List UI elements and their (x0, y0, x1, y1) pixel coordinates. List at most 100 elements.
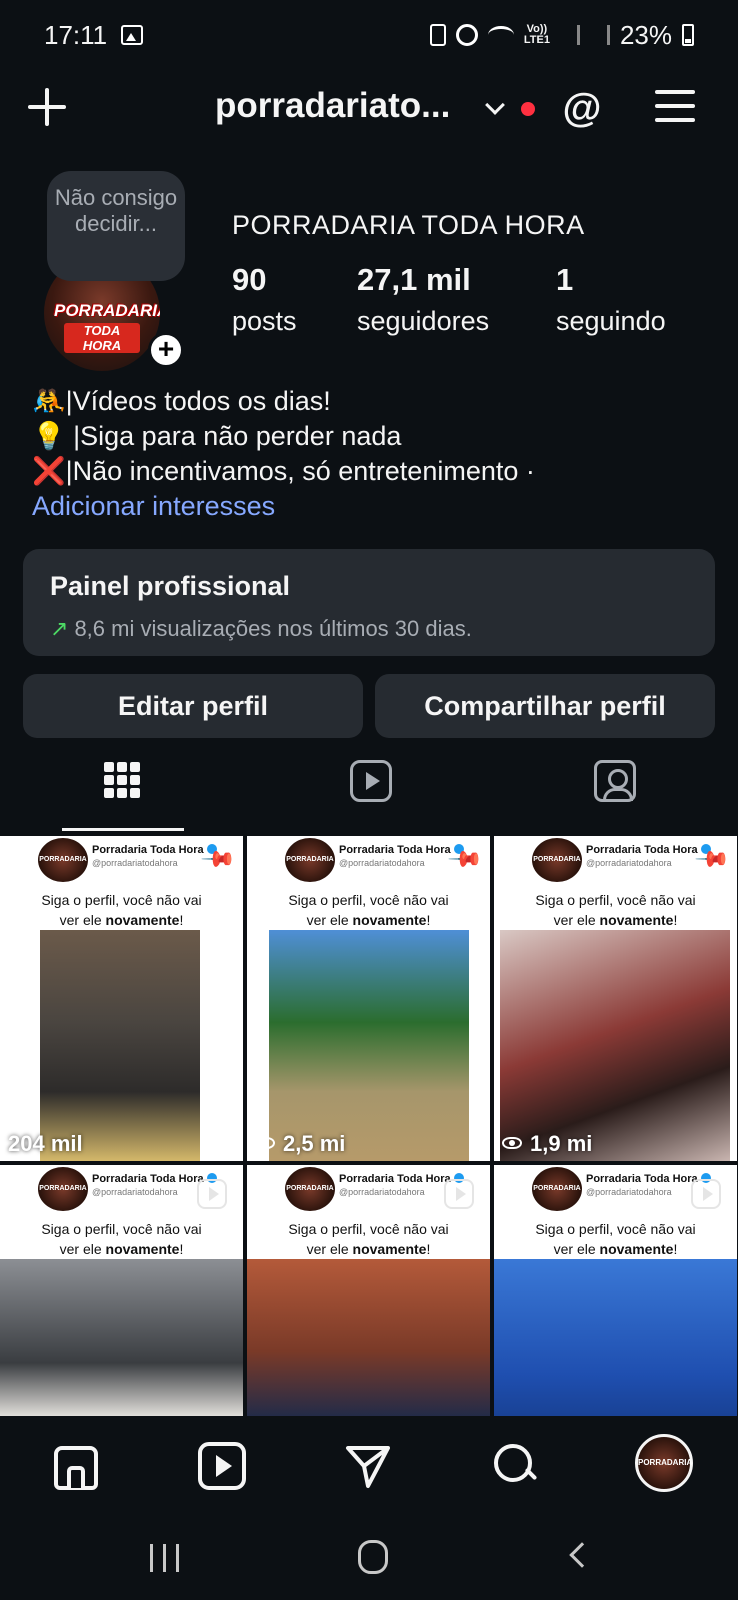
wifi-icon (487, 26, 514, 44)
threads-icon[interactable]: @ (561, 86, 603, 130)
eye-icon (255, 1137, 275, 1149)
post-avatar: PORRADARIA (285, 1167, 335, 1211)
post-thumbnail (494, 1259, 737, 1416)
signal-icon-1 (560, 25, 580, 45)
chevron-down-icon[interactable] (485, 95, 505, 115)
tab-reels[interactable] (246, 752, 492, 832)
stat-value: 1 (556, 262, 574, 297)
bottom-nav: PORRADARIA (0, 1416, 738, 1516)
note-bubble[interactable]: Não consigo decidir... (47, 171, 185, 281)
status-bar: 17:11 Vo)) LTE1 23% (0, 0, 738, 70)
post-caption: Siga o perfil, você não vai ver ele novam… (288, 1221, 449, 1257)
view-count: 204 mil (8, 1131, 83, 1156)
post-caption: Siga o perfil, você não vai ver ele novam… (535, 892, 696, 928)
post-header: PORRADARIA Porradaria Toda Hora @porradari… (247, 1165, 490, 1225)
username-switcher[interactable]: porradariato... (215, 86, 450, 126)
post-header: PORRADARIA Porradaria Toda Hora @porradari… (494, 836, 737, 896)
stat-followers[interactable]: 27,1 mil seguidores (357, 262, 489, 337)
post-thumbnail (247, 1259, 490, 1416)
notification-dot (521, 102, 535, 116)
system-home-icon[interactable] (358, 1540, 388, 1574)
post-avatar: PORRADARIA (532, 838, 582, 882)
reels-icon (350, 760, 392, 802)
tab-tagged[interactable] (492, 752, 738, 832)
tab-grid[interactable] (0, 752, 246, 832)
stat-value: 90 (232, 262, 267, 297)
stat-following[interactable]: 1 seguindo (556, 262, 666, 337)
grid-post[interactable]: PORRADARIA Porradaria Toda Hora @porradari… (494, 836, 737, 1161)
post-account-handle: @porradariatodahora (92, 858, 178, 868)
search-icon[interactable] (492, 1442, 540, 1490)
bio-line[interactable]: ❌|Não incentivamos, só entretenimento · (32, 454, 535, 489)
send-icon[interactable] (344, 1442, 392, 1490)
post-thumbnail (40, 930, 200, 1161)
view-count: 1,9 mi (502, 1131, 592, 1157)
eye-icon (502, 1137, 522, 1149)
recent-apps-icon[interactable] (150, 1544, 182, 1572)
professional-dashboard[interactable]: Painel profissional ↗ 8,6 mi visualizaçõe… (23, 549, 715, 656)
profile-avatar[interactable]: PORRADARIA (635, 1434, 693, 1492)
post-account-handle: @porradariatodahora (586, 1187, 672, 1197)
reel-badge-icon (691, 1179, 721, 1209)
post-header: PORRADARIA Porradaria Toda Hora @porradari… (247, 836, 490, 896)
grid-post[interactable]: PORRADARIA Porradaria Toda Hora @porradari… (0, 1165, 243, 1416)
tagged-icon (594, 760, 636, 802)
post-caption: Siga o perfil, você não vai ver ele novam… (41, 892, 202, 928)
post-caption: Siga o perfil, você não vai ver ele novam… (41, 1221, 202, 1257)
grid-post[interactable]: PORRADARIA Porradaria Toda Hora @porradari… (247, 1165, 490, 1416)
avatar-logo-subtext: TODA HORA (64, 323, 140, 353)
add-interests-link[interactable]: Adicionar interesses (32, 489, 535, 524)
full-name: PORRADARIA TODA HORA (232, 210, 585, 240)
post-avatar: PORRADARIA (532, 1167, 582, 1211)
reel-badge-icon (197, 1179, 227, 1209)
edit-profile-button[interactable]: Editar perfil (23, 674, 363, 738)
bio-line: 💡 |Siga para não perder nada (32, 421, 402, 451)
network-type: Vo)) LTE1 (523, 23, 550, 46)
stat-value: 27,1 mil (357, 262, 471, 297)
post-header: PORRADARIA Porradaria Toda Hora @porradari… (494, 1165, 737, 1225)
posts-grid: PORRADARIA Porradaria Toda Hora @porradari… (0, 836, 738, 1416)
alarm-icon (455, 24, 478, 46)
back-icon[interactable] (569, 1542, 595, 1568)
post-account-name: Porradaria Toda Hora (339, 844, 464, 856)
plus-icon[interactable] (26, 86, 68, 128)
post-caption: Siga o perfil, você não vai ver ele novam… (288, 892, 449, 928)
post-account-handle: @porradariatodahora (339, 1187, 425, 1197)
battery-icon (682, 24, 694, 46)
active-tab-indicator (62, 828, 184, 831)
grid-post[interactable]: PORRADARIA Porradaria Toda Hora @porradari… (247, 836, 490, 1161)
bio-line: 🤼|Vídeos todos os dias! (32, 386, 331, 416)
post-thumbnail (0, 1259, 243, 1416)
home-icon[interactable] (50, 1442, 98, 1490)
post-account-name: Porradaria Toda Hora (586, 844, 711, 856)
menu-icon[interactable] (655, 88, 697, 124)
battery-saver-icon (429, 24, 446, 46)
stat-posts[interactable]: 90 posts (232, 262, 297, 337)
add-story-plus-icon[interactable]: + (148, 332, 184, 368)
post-avatar: PORRADARIA (38, 1167, 88, 1211)
reel-badge-icon (444, 1179, 474, 1209)
clock: 17:11 (44, 19, 108, 50)
dashboard-title: Painel profissional (50, 571, 291, 601)
post-avatar: PORRADARIA (285, 838, 335, 882)
grid-icon (104, 762, 140, 798)
post-header: PORRADARIA Porradaria Toda Hora @porradari… (0, 1165, 243, 1225)
post-avatar: PORRADARIA (38, 838, 88, 882)
avatar-logo-text: PORRADARIA (54, 301, 160, 320)
share-profile-button[interactable]: Compartilhar perfil (375, 674, 715, 738)
profile-header: porradariato... @ (0, 78, 738, 138)
post-account-handle: @porradariatodahora (586, 858, 672, 868)
profile-tabs (0, 752, 738, 832)
battery-percent: 23% (619, 19, 672, 50)
status-icons: Vo)) LTE1 23% (429, 19, 694, 51)
stat-label: posts (232, 306, 297, 336)
grid-post[interactable]: PORRADARIA Porradaria Toda Hora @porradari… (494, 1165, 737, 1416)
grid-post[interactable]: PORRADARIA Porradaria Toda Hora @porradari… (0, 836, 243, 1161)
post-account-handle: @porradariatodahora (92, 1187, 178, 1197)
post-thumbnail (269, 930, 469, 1161)
signal-icon-2 (590, 25, 610, 45)
reels-icon[interactable] (198, 1442, 246, 1490)
post-account-name: Porradaria Toda Hora (92, 844, 217, 856)
post-header: PORRADARIA Porradaria Toda Hora @porradari… (0, 836, 243, 896)
post-thumbnail (500, 930, 730, 1161)
